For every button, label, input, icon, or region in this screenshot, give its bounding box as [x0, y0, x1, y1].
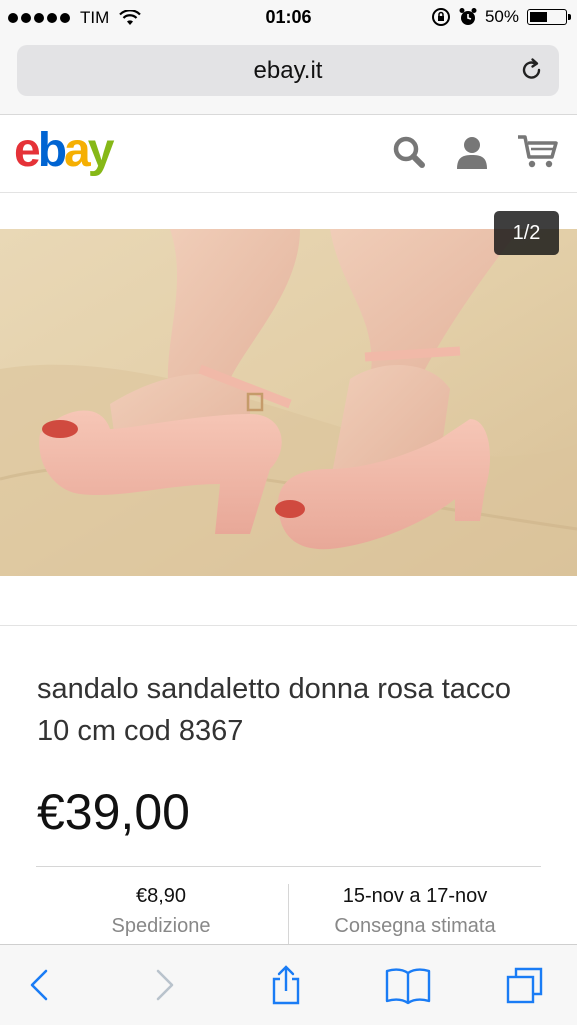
logo-letter-a: a: [64, 124, 91, 177]
status-right: 50%: [431, 7, 571, 27]
column-divider: [288, 884, 289, 944]
address-bar[interactable]: ebay.it: [17, 45, 559, 96]
url-text: ebay.it: [253, 57, 323, 84]
shipping-cost: €8,90: [135, 885, 187, 907]
bookmarks-icon[interactable]: [384, 965, 432, 1005]
product-image: [0, 229, 577, 576]
logo-letter-e: e: [14, 124, 41, 177]
back-icon[interactable]: [20, 965, 60, 1005]
user-icon[interactable]: [453, 133, 491, 171]
battery-icon: [527, 9, 571, 25]
delivery-info: 15-nov a 17-nov Consegna stimata: [290, 885, 540, 938]
divider: [36, 866, 541, 867]
forward-icon[interactable]: [144, 965, 184, 1005]
cart-icon[interactable]: [516, 133, 560, 171]
shipping-label: Spedizione: [111, 915, 211, 937]
product-photo[interactable]: [0, 229, 577, 576]
logo-letter-b: b: [37, 124, 67, 177]
item-title: sandalo sandaletto donna rosa tacco 10 c…: [37, 673, 512, 747]
share-icon[interactable]: [266, 965, 306, 1005]
browser-chrome: ebay.it: [0, 36, 577, 115]
battery-percent: 50%: [484, 7, 519, 26]
image-gallery[interactable]: 1/2: [0, 193, 577, 626]
image-counter: 1/2: [494, 211, 559, 255]
search-icon[interactable]: [390, 133, 428, 171]
item-price: €39,00: [37, 784, 190, 840]
logo-letter-y: y: [87, 124, 115, 177]
delivery-date: 15-nov a 17-nov: [342, 885, 488, 907]
reload-icon[interactable]: [519, 57, 545, 83]
rotation-lock-icon: [431, 8, 450, 26]
shipping-info: €8,90 Spedizione: [36, 885, 286, 938]
status-bar: TIM 01:06 50%: [0, 0, 577, 36]
browser-toolbar: [0, 944, 577, 1025]
alarm-icon: [459, 8, 477, 25]
site-header: ebay: [0, 115, 577, 193]
tabs-icon[interactable]: [505, 965, 545, 1005]
delivery-label: Consegna stimata: [334, 915, 496, 937]
ebay-logo[interactable]: ebay: [14, 123, 115, 178]
